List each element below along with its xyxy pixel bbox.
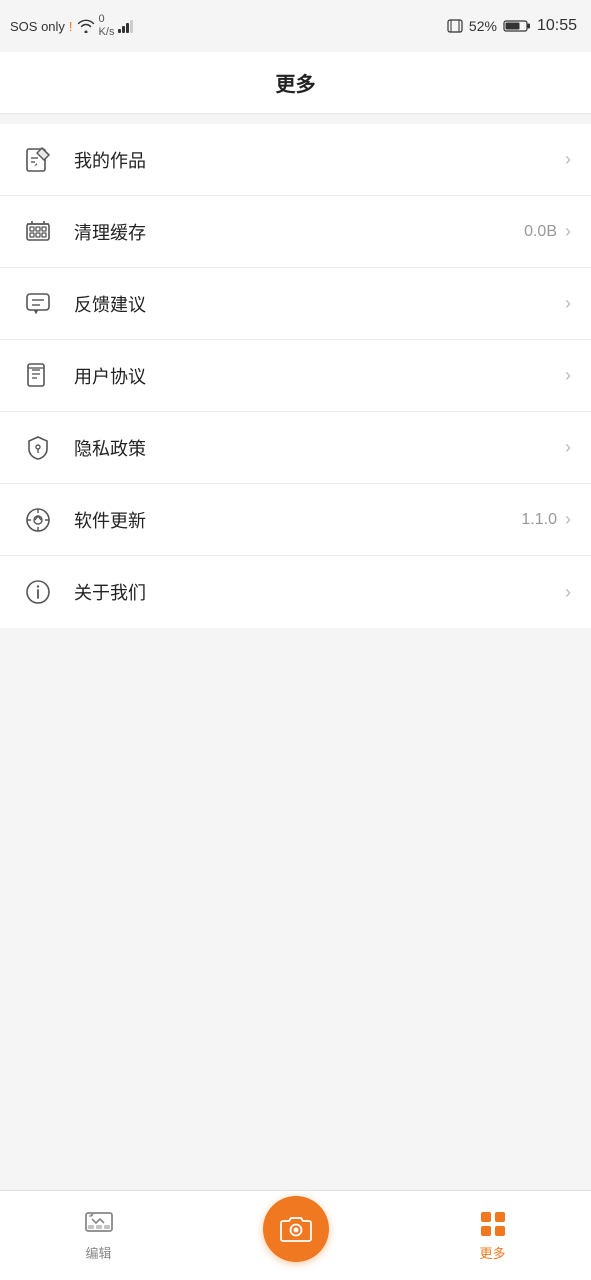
menu-item-about-us[interactable]: 关于我们 › bbox=[0, 556, 591, 628]
privacy-icon bbox=[20, 430, 56, 466]
more-nav-icon bbox=[478, 1209, 508, 1239]
my-works-label: 我的作品 bbox=[74, 147, 565, 173]
more-nav-label: 更多 bbox=[479, 1243, 505, 1262]
edit-nav-icon bbox=[84, 1209, 114, 1239]
cache-icon bbox=[20, 214, 56, 250]
chevron-right-icon: › bbox=[565, 509, 571, 530]
battery-percent: 52% bbox=[469, 18, 497, 34]
chevron-right-icon: › bbox=[565, 149, 571, 170]
about-us-label: 关于我们 bbox=[74, 579, 565, 605]
signal-icon bbox=[118, 19, 136, 33]
bottom-nav: 编辑 更多 bbox=[0, 1190, 591, 1280]
network-speed: 0K/s bbox=[99, 13, 115, 39]
phone-icon bbox=[447, 19, 463, 33]
version-value: 1.1.0 bbox=[521, 511, 557, 529]
time: 10:55 bbox=[537, 17, 577, 35]
chevron-right-icon: › bbox=[565, 221, 571, 242]
update-icon bbox=[20, 502, 56, 538]
clear-cache-label: 清理缓存 bbox=[74, 219, 524, 245]
agreement-icon bbox=[20, 358, 56, 394]
battery-icon bbox=[503, 19, 531, 33]
status-left: SOS only ! 0K/s bbox=[10, 13, 136, 39]
menu-item-software-update[interactable]: 软件更新 1.1.0 › bbox=[0, 484, 591, 556]
chevron-right-icon: › bbox=[565, 582, 571, 603]
status-bar: SOS only ! 0K/s 52% 10:55 bbox=[0, 0, 591, 52]
menu-item-my-works[interactable]: 我的作品 › bbox=[0, 124, 591, 196]
user-agreement-label: 用户协议 bbox=[74, 363, 565, 389]
page-title-bar: 更多 bbox=[0, 52, 591, 114]
menu-item-feedback[interactable]: 反馈建议 › bbox=[0, 268, 591, 340]
chevron-right-icon: › bbox=[565, 293, 571, 314]
page-title: 更多 bbox=[276, 74, 316, 96]
chevron-right-icon: › bbox=[565, 437, 571, 458]
menu-item-user-agreement[interactable]: 用户协议 › bbox=[0, 340, 591, 412]
nav-item-edit[interactable]: 编辑 bbox=[0, 1209, 197, 1262]
status-right: 52% 10:55 bbox=[447, 17, 577, 35]
edit-icon bbox=[20, 142, 56, 178]
feedback-label: 反馈建议 bbox=[74, 291, 565, 317]
software-update-label: 软件更新 bbox=[74, 507, 521, 533]
sos-text: SOS only bbox=[10, 19, 65, 34]
feedback-icon bbox=[20, 286, 56, 322]
nav-item-more[interactable]: 更多 bbox=[394, 1209, 591, 1262]
camera-button[interactable] bbox=[263, 1196, 329, 1262]
chevron-right-icon: › bbox=[565, 365, 571, 386]
cache-value: 0.0B bbox=[524, 223, 557, 241]
edit-nav-label: 编辑 bbox=[85, 1243, 111, 1262]
menu-item-clear-cache[interactable]: 清理缓存 0.0B › bbox=[0, 196, 591, 268]
privacy-policy-label: 隐私政策 bbox=[74, 435, 565, 461]
wifi-icon bbox=[77, 19, 95, 33]
exclamation-icon: ! bbox=[69, 19, 73, 34]
menu-list: 我的作品 › 清理缓存 0.0B › bbox=[0, 124, 591, 628]
nav-item-camera[interactable] bbox=[197, 1196, 394, 1276]
menu-item-privacy-policy[interactable]: 隐私政策 › bbox=[0, 412, 591, 484]
about-icon bbox=[20, 574, 56, 610]
